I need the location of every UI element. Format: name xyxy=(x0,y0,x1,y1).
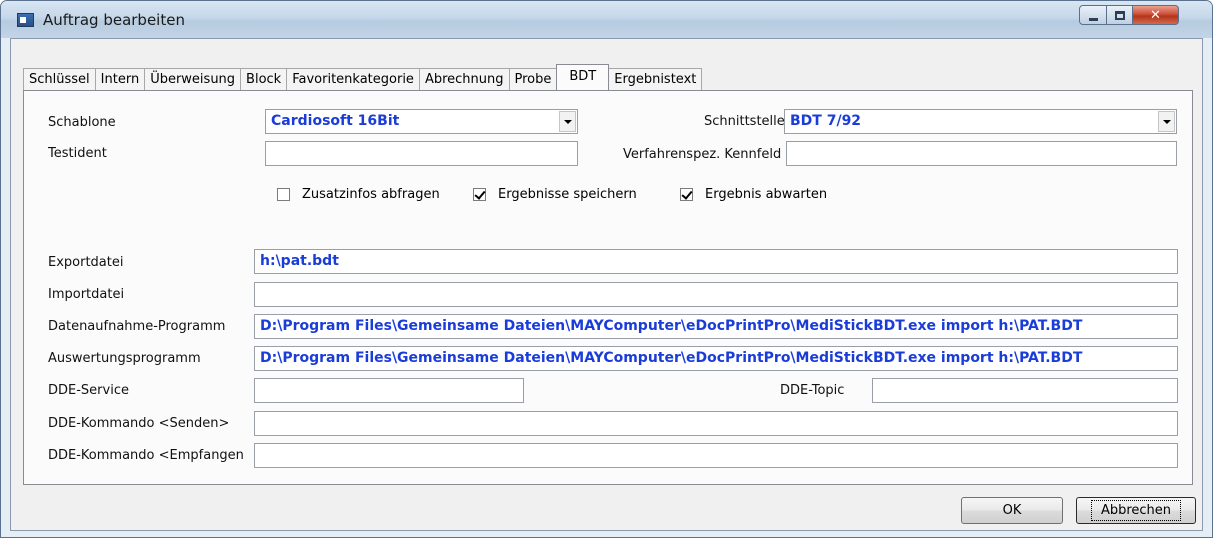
datenaufnahme-label: Datenaufnahme-Programm xyxy=(48,319,226,334)
dde-senden-input[interactable] xyxy=(254,411,1178,436)
dde-topic-input[interactable] xyxy=(872,378,1178,403)
auswertung-input[interactable]: D:\Program Files\Gemeinsame Dateien\MAYC… xyxy=(254,346,1178,371)
dde-topic-label: DDE-Topic xyxy=(780,383,845,398)
schnittstelle-select[interactable]: BDT 7/92 xyxy=(784,109,1177,134)
schnittstelle-label: Schnittstelle xyxy=(704,114,785,129)
auswertung-label: Auswertungsprogramm xyxy=(48,351,201,366)
schnittstelle-dropdown-button[interactable] xyxy=(1158,111,1175,132)
tab-bdt[interactable]: BDT xyxy=(556,64,610,90)
tab-favoritenkategorie[interactable]: Favoritenkategorie xyxy=(286,68,420,90)
schablone-value: Cardiosoft 16Bit xyxy=(271,113,400,129)
close-button[interactable]: ✕ xyxy=(1133,5,1179,25)
dde-empfangen-label: DDE-Kommando <Empfangen xyxy=(48,448,244,463)
datenaufnahme-input[interactable]: D:\Program Files\Gemeinsame Dateien\MAYC… xyxy=(254,314,1178,339)
zusatzinfos-checkbox[interactable]: Zusatzinfos abfragen xyxy=(277,187,440,202)
testident-label: Testident xyxy=(48,146,107,161)
tab-schluessel[interactable]: Schlüssel xyxy=(23,68,96,90)
kennfeld-label: Verfahrenspez. Kennfeld xyxy=(623,147,782,162)
cancel-button[interactable]: Abbrechen xyxy=(1076,497,1196,524)
kennfeld-input[interactable] xyxy=(786,141,1177,166)
schnittstelle-value: BDT 7/92 xyxy=(790,113,862,129)
schablone-select[interactable]: Cardiosoft 16Bit xyxy=(265,109,578,134)
tab-ergebnistext[interactable]: Ergebnistext xyxy=(608,68,703,90)
maximize-icon xyxy=(1114,10,1125,20)
testident-input[interactable] xyxy=(265,141,578,166)
chevron-down-icon xyxy=(1162,119,1171,124)
exportdatei-label: Exportdatei xyxy=(48,255,124,270)
title-bar[interactable]: Auftrag bearbeiten ✕ xyxy=(1,1,1212,38)
minimize-button[interactable] xyxy=(1079,5,1107,25)
caption-buttons: ✕ xyxy=(1079,5,1179,26)
chevron-down-icon xyxy=(563,119,572,124)
exportdatei-input[interactable]: h:\pat.bdt xyxy=(254,249,1178,274)
ergebnis-abwarten-box[interactable] xyxy=(680,188,693,201)
tab-intern[interactable]: Intern xyxy=(94,68,146,90)
ergebnisse-speichern-checkbox[interactable]: Ergebnisse speichern xyxy=(473,187,637,202)
maximize-button[interactable] xyxy=(1107,5,1133,25)
ergebnisse-speichern-label: Ergebnisse speichern xyxy=(498,187,637,202)
zusatzinfos-label: Zusatzinfos abfragen xyxy=(302,187,440,202)
tab-probe[interactable]: Probe xyxy=(508,68,558,90)
tab-ueberweisung[interactable]: Überweisung xyxy=(144,68,242,90)
cancel-button-label: Abbrechen xyxy=(1090,500,1182,521)
importdatei-label: Importdatei xyxy=(48,287,125,302)
minimize-icon xyxy=(1088,17,1098,21)
window-title: Auftrag bearbeiten xyxy=(43,11,185,29)
schablone-dropdown-button[interactable] xyxy=(559,111,576,132)
dde-senden-label: DDE-Kommando <Senden> xyxy=(48,416,230,431)
ergebnis-abwarten-label: Ergebnis abwarten xyxy=(705,187,828,202)
tab-strip: Schlüssel Intern Überweisung Block Favor… xyxy=(23,64,703,90)
importdatei-input[interactable] xyxy=(254,282,1178,307)
close-icon: ✕ xyxy=(1150,7,1161,23)
tab-block[interactable]: Block xyxy=(240,68,288,90)
app-icon xyxy=(17,13,34,27)
schablone-label: Schablone xyxy=(48,115,116,130)
ergebnis-abwarten-checkbox[interactable]: Ergebnis abwarten xyxy=(680,187,827,202)
dde-empfangen-input[interactable] xyxy=(254,443,1178,468)
ergebnisse-speichern-box[interactable] xyxy=(473,188,486,201)
dde-service-input[interactable] xyxy=(254,378,524,403)
zusatzinfos-box[interactable] xyxy=(277,188,290,201)
ok-button[interactable]: OK xyxy=(961,497,1063,524)
dde-service-label: DDE-Service xyxy=(48,383,129,398)
dialog-window: Auftrag bearbeiten ✕ Schlüssel Intern Üb… xyxy=(0,0,1213,538)
tab-abrechnung[interactable]: Abrechnung xyxy=(418,68,510,90)
